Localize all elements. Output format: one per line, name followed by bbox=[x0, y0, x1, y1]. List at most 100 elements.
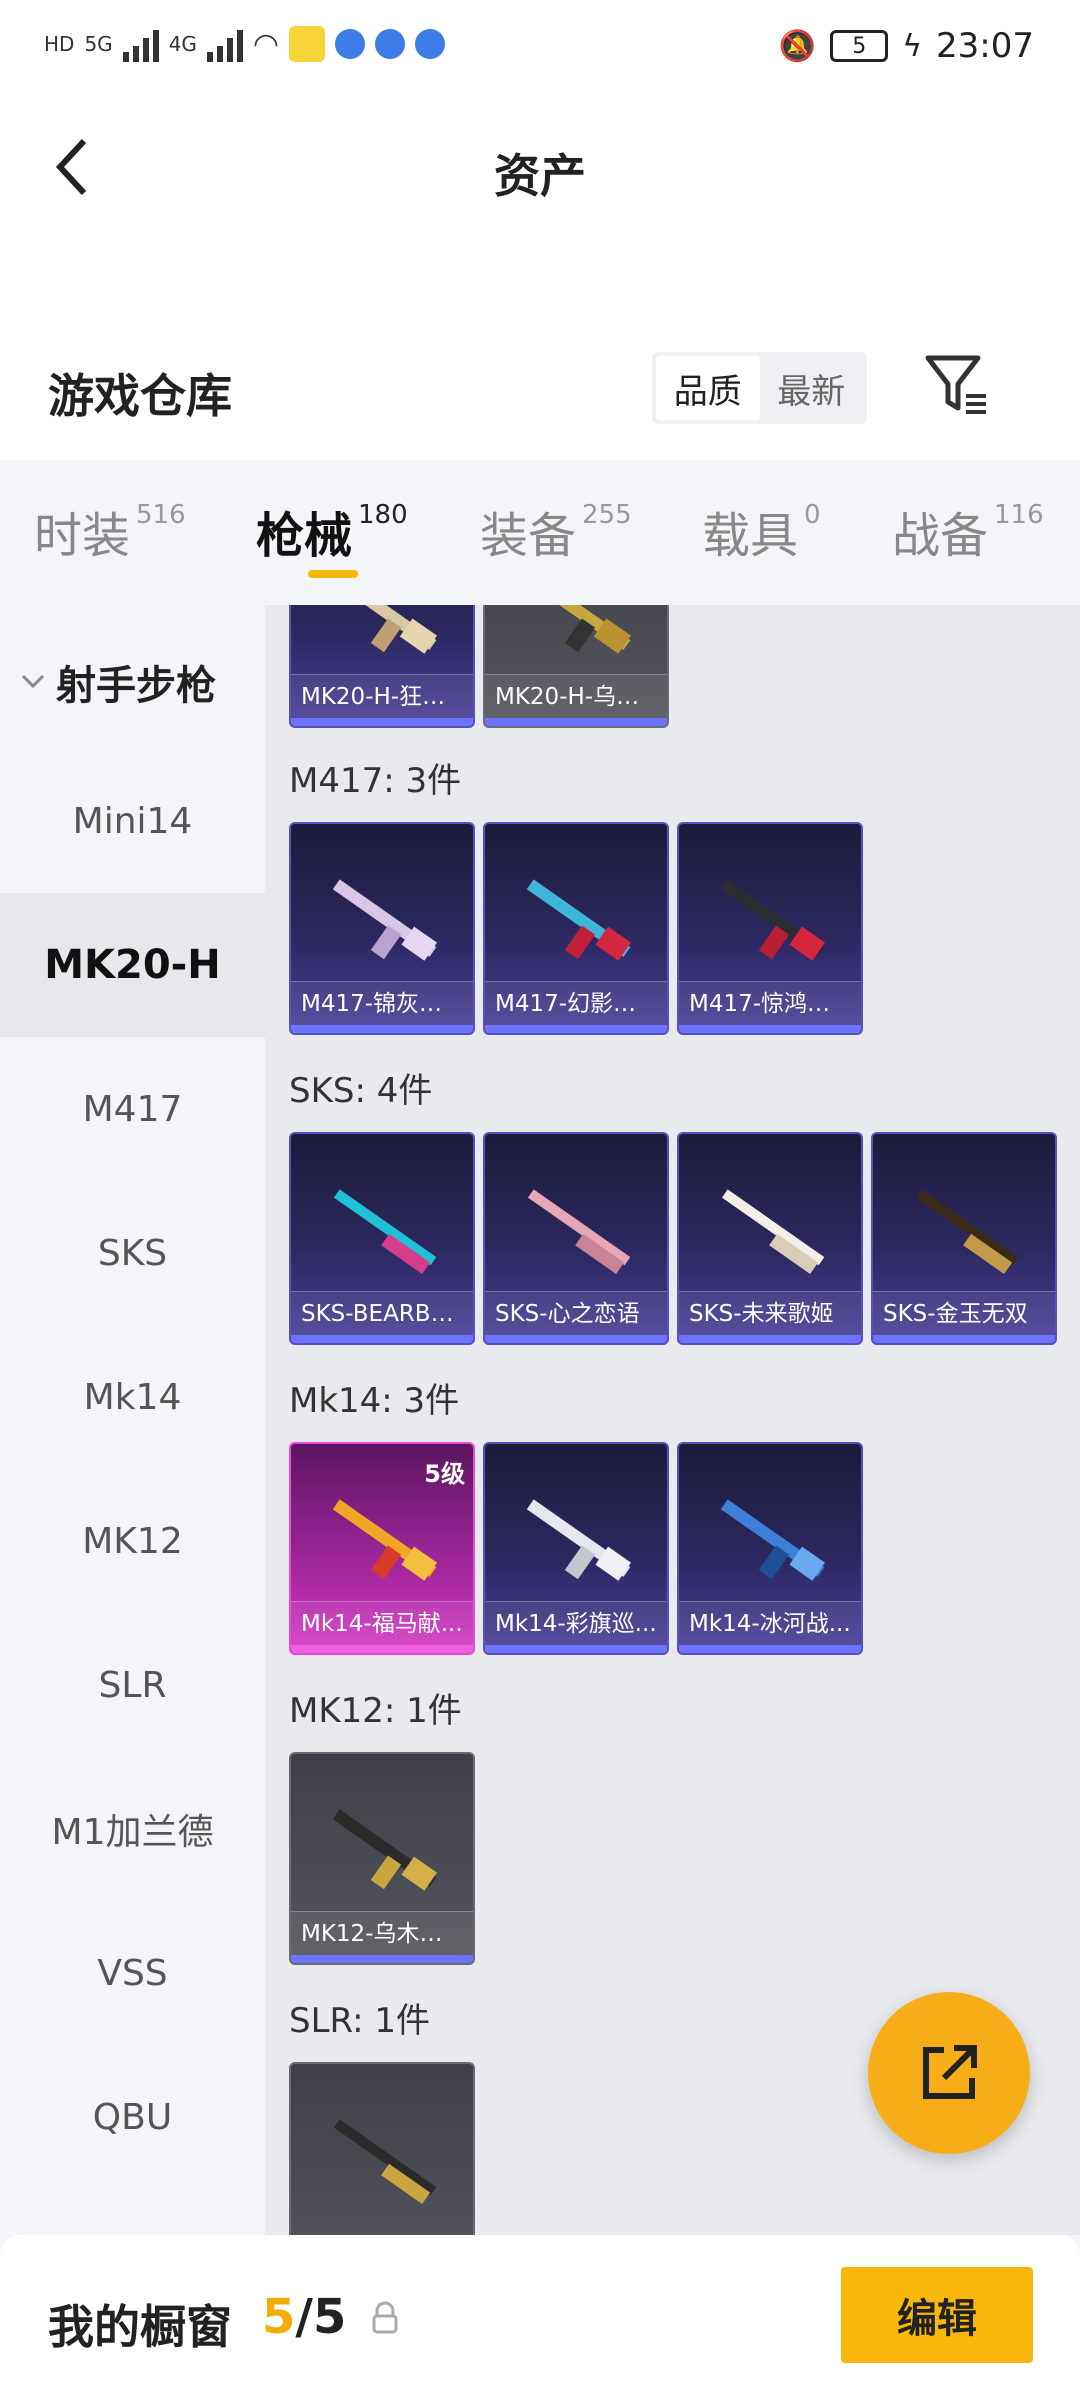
showcase-bar: 我的橱窗 5/5 编辑 bbox=[0, 2235, 1080, 2400]
sort-quality-button[interactable]: 品质 bbox=[656, 356, 760, 420]
tab-label: 载具 bbox=[702, 508, 799, 564]
sidebar-item-qbu[interactable]: QBU bbox=[0, 2045, 265, 2189]
skin-card[interactable] bbox=[289, 2062, 475, 2235]
showcase-count: 5/5 bbox=[262, 2289, 346, 2345]
sort-newest-button[interactable]: 最新 bbox=[760, 356, 864, 420]
skin-card[interactable]: SKS-心之恋语 bbox=[483, 1132, 669, 1345]
skin-card[interactable]: SKS-金玉无双 bbox=[871, 1132, 1057, 1345]
filter-button[interactable] bbox=[922, 350, 992, 420]
rarity-stripe bbox=[291, 1645, 473, 1653]
rifle-icon bbox=[333, 1189, 437, 1274]
wifi-icon: ◠ bbox=[252, 26, 280, 62]
tab-count: 0 bbox=[804, 500, 821, 530]
charging-icon: ϟ bbox=[902, 28, 923, 64]
skin-card[interactable]: MK20-H-乌木... bbox=[483, 605, 669, 728]
skin-card[interactable]: SKS-未来歌姬 bbox=[677, 1132, 863, 1345]
skin-card[interactable]: Mk14-彩旗巡... bbox=[483, 1442, 669, 1655]
skin-card[interactable]: Mk14-冰河战... bbox=[677, 1442, 863, 1655]
page-title: 资产 bbox=[494, 149, 586, 203]
showcase-label: 我的橱窗 bbox=[48, 2300, 232, 2354]
sidebar-item-slr[interactable]: SLR bbox=[0, 1613, 265, 1757]
rarity-stripe bbox=[679, 1335, 861, 1343]
sidebar-item-vss[interactable]: VSS bbox=[0, 1901, 265, 2045]
signal-icon bbox=[122, 26, 159, 62]
rifle-icon bbox=[332, 605, 438, 654]
sidebar-item-mk12[interactable]: MK12 bbox=[0, 1469, 265, 1613]
skin-name: Mk14-福马献... bbox=[291, 1601, 473, 1645]
sidebar-item-mk20h[interactable]: MK20-H bbox=[0, 893, 265, 1037]
top-header: 资产 bbox=[0, 100, 1080, 240]
share-fab-button[interactable] bbox=[868, 1992, 1030, 2154]
category-tabs: 时装 516 枪械 180 装备 255 载具 0 战备 116 bbox=[0, 460, 1080, 605]
tab-label: 时装 bbox=[34, 508, 131, 564]
category-title: M417: 3件 bbox=[289, 761, 462, 801]
rifle-icon bbox=[526, 879, 632, 961]
showcase-separator: / bbox=[295, 2289, 313, 2345]
skin-card[interactable]: M417-惊鸿侠... bbox=[677, 822, 863, 1035]
sidebar-item-m417[interactable]: M417 bbox=[0, 1037, 265, 1181]
chevron-down-icon bbox=[21, 674, 45, 689]
rifle-icon bbox=[526, 605, 632, 654]
tab-gear[interactable]: 战备 116 bbox=[892, 496, 1044, 566]
status-right: 🔕 5 ϟ 23:07 bbox=[779, 26, 1034, 66]
tab-guns[interactable]: 枪械 180 bbox=[256, 496, 408, 566]
skin-name: SKS-BEARBR... bbox=[291, 1291, 473, 1335]
tab-label: 战备 bbox=[892, 508, 989, 564]
sidebar-item-mk14[interactable]: Mk14 bbox=[0, 1325, 265, 1469]
rifle-icon bbox=[915, 1189, 1019, 1274]
rifle-icon bbox=[720, 1499, 826, 1581]
tab-fashion[interactable]: 时装 516 bbox=[34, 496, 186, 566]
sidebar-item-m1garand[interactable]: M1加兰德 bbox=[0, 1757, 265, 1901]
tab-count: 180 bbox=[358, 500, 408, 530]
tab-vehicles[interactable]: 载具 0 bbox=[702, 496, 821, 566]
skin-name: MK20-H-狂鲨... bbox=[291, 674, 473, 718]
skin-name: M417-惊鸿侠... bbox=[679, 981, 861, 1025]
skin-name: Mk14-冰河战... bbox=[679, 1601, 861, 1645]
tab-equipment[interactable]: 装备 255 bbox=[480, 496, 632, 566]
clock: 23:07 bbox=[936, 26, 1034, 66]
skin-card[interactable]: SKS-BEARBR... bbox=[289, 1132, 475, 1345]
tab-count: 516 bbox=[136, 500, 186, 530]
skin-card[interactable]: 5级 Mk14-福马献... bbox=[289, 1442, 475, 1655]
skin-name: M417-幻影飞... bbox=[485, 981, 667, 1025]
rifle-icon bbox=[526, 1499, 632, 1581]
tab-label: 装备 bbox=[480, 508, 577, 564]
rifle-icon bbox=[721, 1189, 825, 1274]
category-title: SKS: 4件 bbox=[289, 1071, 433, 1111]
lock-icon bbox=[372, 2301, 398, 2334]
sidebar-item-sks[interactable]: SKS bbox=[0, 1181, 265, 1325]
skin-name: SKS-金玉无双 bbox=[873, 1291, 1055, 1335]
skin-name: MK12-乌木金... bbox=[291, 1911, 473, 1955]
tab-count: 255 bbox=[582, 500, 632, 530]
skin-card[interactable]: MK12-乌木金... bbox=[289, 1752, 475, 1965]
category-title: SLR: 1件 bbox=[289, 2001, 430, 2041]
mute-bell-icon: 🔕 bbox=[778, 28, 817, 64]
notification-dot-icon bbox=[335, 29, 366, 59]
category-title: MK12: 1件 bbox=[289, 1691, 462, 1731]
skin-card[interactable]: M417-幻影飞... bbox=[483, 822, 669, 1035]
skin-name: M417-锦灰蝶... bbox=[291, 981, 473, 1025]
rifle-icon bbox=[333, 2119, 437, 2204]
hd-label: HD bbox=[44, 32, 75, 56]
rarity-stripe bbox=[291, 1025, 473, 1033]
showcase-current: 5 bbox=[262, 2289, 296, 2345]
rarity-stripe bbox=[485, 1025, 667, 1033]
sidebar-item-mini14[interactable]: Mini14 bbox=[0, 749, 265, 893]
warehouse-header: 游戏仓库 bbox=[0, 240, 1080, 460]
sidebar-group-dmr[interactable]: 射手步枪 bbox=[20, 653, 216, 711]
rifle-icon bbox=[720, 879, 826, 961]
weapon-sidebar: 射手步枪 Mini14 MK20-H M417 SKS Mk14 MK12 SL… bbox=[0, 605, 265, 2235]
showcase-total: 5 bbox=[312, 2289, 347, 2345]
skin-grid: MK20-H-狂鲨... MK20-H-乌木... M417: 3件 M417-… bbox=[265, 605, 1080, 2235]
edit-button[interactable]: 编辑 bbox=[841, 2267, 1033, 2363]
rarity-stripe bbox=[291, 1955, 473, 1963]
5g-label: 5G bbox=[84, 32, 113, 56]
battery-icon: 5 bbox=[830, 30, 889, 62]
rarity-stripe bbox=[291, 718, 473, 726]
skin-card[interactable]: M417-锦灰蝶... bbox=[289, 822, 475, 1035]
rarity-stripe bbox=[485, 1335, 667, 1343]
rarity-stripe bbox=[679, 1025, 861, 1033]
skin-card[interactable]: MK20-H-狂鲨... bbox=[289, 605, 475, 728]
rarity-stripe bbox=[485, 1645, 667, 1653]
rifle-icon bbox=[332, 1499, 438, 1581]
